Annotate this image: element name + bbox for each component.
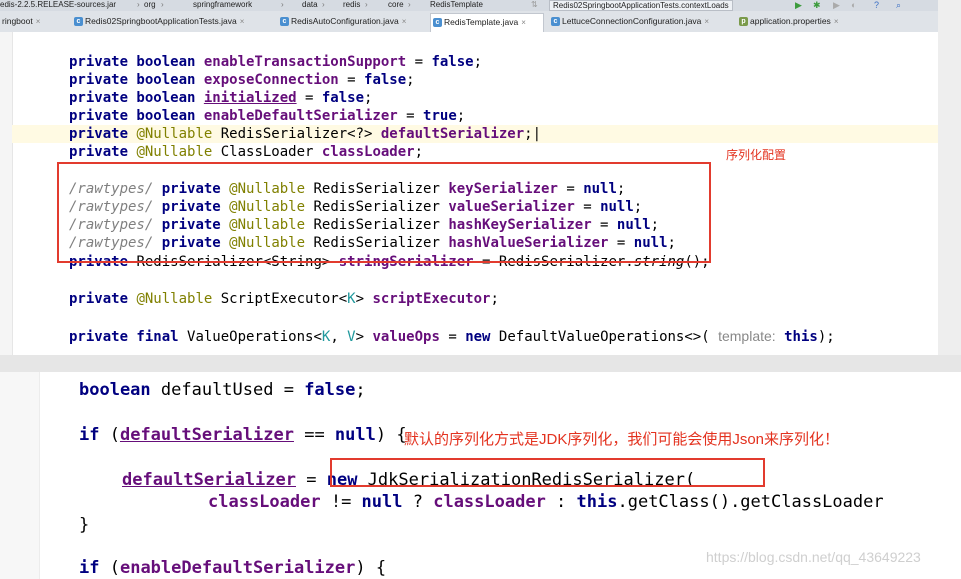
code-line: private boolean enableDefaultSerializer … [69,108,466,124]
profile-icon[interactable]: ◐ [851,0,856,10]
help-icon[interactable]: ? [874,0,879,10]
code-line: classLoader != null ? classLoader : this… [208,492,884,512]
search-icon[interactable]: ⌕ [896,0,901,10]
code-editor-top[interactable]: private boolean enableTransactionSupport… [0,32,938,355]
chevron-right-icon: › [322,0,325,9]
code-line: if (defaultSerializer == null) { [79,425,407,445]
breadcrumb-segment[interactable]: data [302,0,318,9]
chevron-right-icon: › [137,0,140,9]
code-line: private @Nullable RedisSerializer<?> def… [69,126,542,142]
code-line: boolean defaultUsed = false; [79,380,366,400]
right-margin [938,0,961,372]
class-file-icon: c [280,17,289,26]
properties-file-icon: p [739,17,748,26]
tab-label: application.properties [750,16,831,26]
tab-label: RedisAutoConfiguration.java [291,16,399,26]
chevron-right-icon: › [161,0,164,9]
debug-icon[interactable]: ✱ [813,0,821,10]
class-file-icon: c [74,17,83,26]
code-line: } [79,515,90,535]
breadcrumb-segment[interactable]: core [388,0,404,9]
class-file-icon: c [551,17,560,26]
editor-gutter [0,32,13,355]
tab-label: Redis02SpringbootApplicationTests.java [85,16,237,26]
close-icon[interactable]: × [240,17,245,26]
close-icon[interactable]: × [521,18,526,27]
breadcrumb-segment[interactable]: org [144,0,156,9]
breadcrumb-segment[interactable]: redis [343,0,360,9]
breadcrumb-segment[interactable]: RedisTemplate [430,0,483,9]
code-line: private @Nullable ScriptExecutor<K> scri… [69,291,499,307]
tab-redis02-tests[interactable]: c Redis02SpringbootApplicationTests.java × [72,13,269,30]
chevron-right-icon: › [408,0,411,9]
run-icon[interactable]: ▶ [795,0,802,10]
code-line: private boolean exposeConnection = false… [69,72,415,88]
tab-application-properties[interactable]: p application.properties × [737,13,857,30]
serializer-config-note: 序列化配置 [726,148,787,162]
sort-arrows-icon[interactable]: ⇅ [531,0,538,9]
chevron-right-icon: › [365,0,368,9]
tab-redis-template[interactable]: c RedisTemplate.java × [430,13,544,32]
tab-label: RedisTemplate.java [444,17,519,27]
coverage-icon[interactable]: ▶ [833,0,840,10]
watermark-text: https://blog.csdn.net/qq_43649223 [706,549,921,565]
tab-springboot[interactable]: ringboot × [0,13,65,30]
jdk-serializer-highlight-box [330,458,765,487]
run-config-label: Redis02SpringbootApplicationTests.contex… [553,1,729,10]
editor-tabs: ringboot × c Redis02SpringbootApplicationT… [0,11,938,33]
run-configuration-select[interactable]: Redis02SpringbootApplicationTests.contex… [549,0,733,11]
tab-redis-auto-configuration[interactable]: c RedisAutoConfiguration.java × [278,13,421,30]
navigation-breadcrumb-bar: edis-2.2.5.RELEASE-sources.jar › org › s… [0,0,961,11]
chevron-right-icon: › [281,0,284,9]
default-serializer-note: 默认的序列化方式是JDK序列化，我们可能会使用Json来序列化！ [404,431,840,448]
tab-lettuce-connection-configuration[interactable]: c LettuceConnectionConfiguration.java × [549,13,727,30]
code-line: private boolean enableTransactionSupport… [69,54,483,70]
close-icon[interactable]: × [36,17,41,26]
code-line: private final ValueOperations<K, V> valu… [69,328,835,345]
code-line: if (enableDefaultSerializer) { [79,558,387,578]
code-editor-bottom[interactable]: boolean defaultUsed = false; if (default… [0,372,961,579]
editor-gutter [0,372,40,579]
code-line: private boolean initialized = false; [69,90,373,106]
serializer-highlight-box [57,162,711,263]
close-icon[interactable]: × [704,17,709,26]
breadcrumb-segment[interactable]: springframework [193,0,252,9]
close-icon[interactable]: × [402,17,407,26]
class-file-icon: c [433,18,442,27]
code-line: private @Nullable ClassLoader classLoade… [69,144,424,160]
tab-label: ringboot [2,16,33,26]
close-icon[interactable]: × [834,17,839,26]
tab-label: LettuceConnectionConfiguration.java [562,16,702,26]
breadcrumb-project[interactable]: edis-2.2.5.RELEASE-sources.jar [0,0,116,9]
panel-separator [0,355,961,372]
